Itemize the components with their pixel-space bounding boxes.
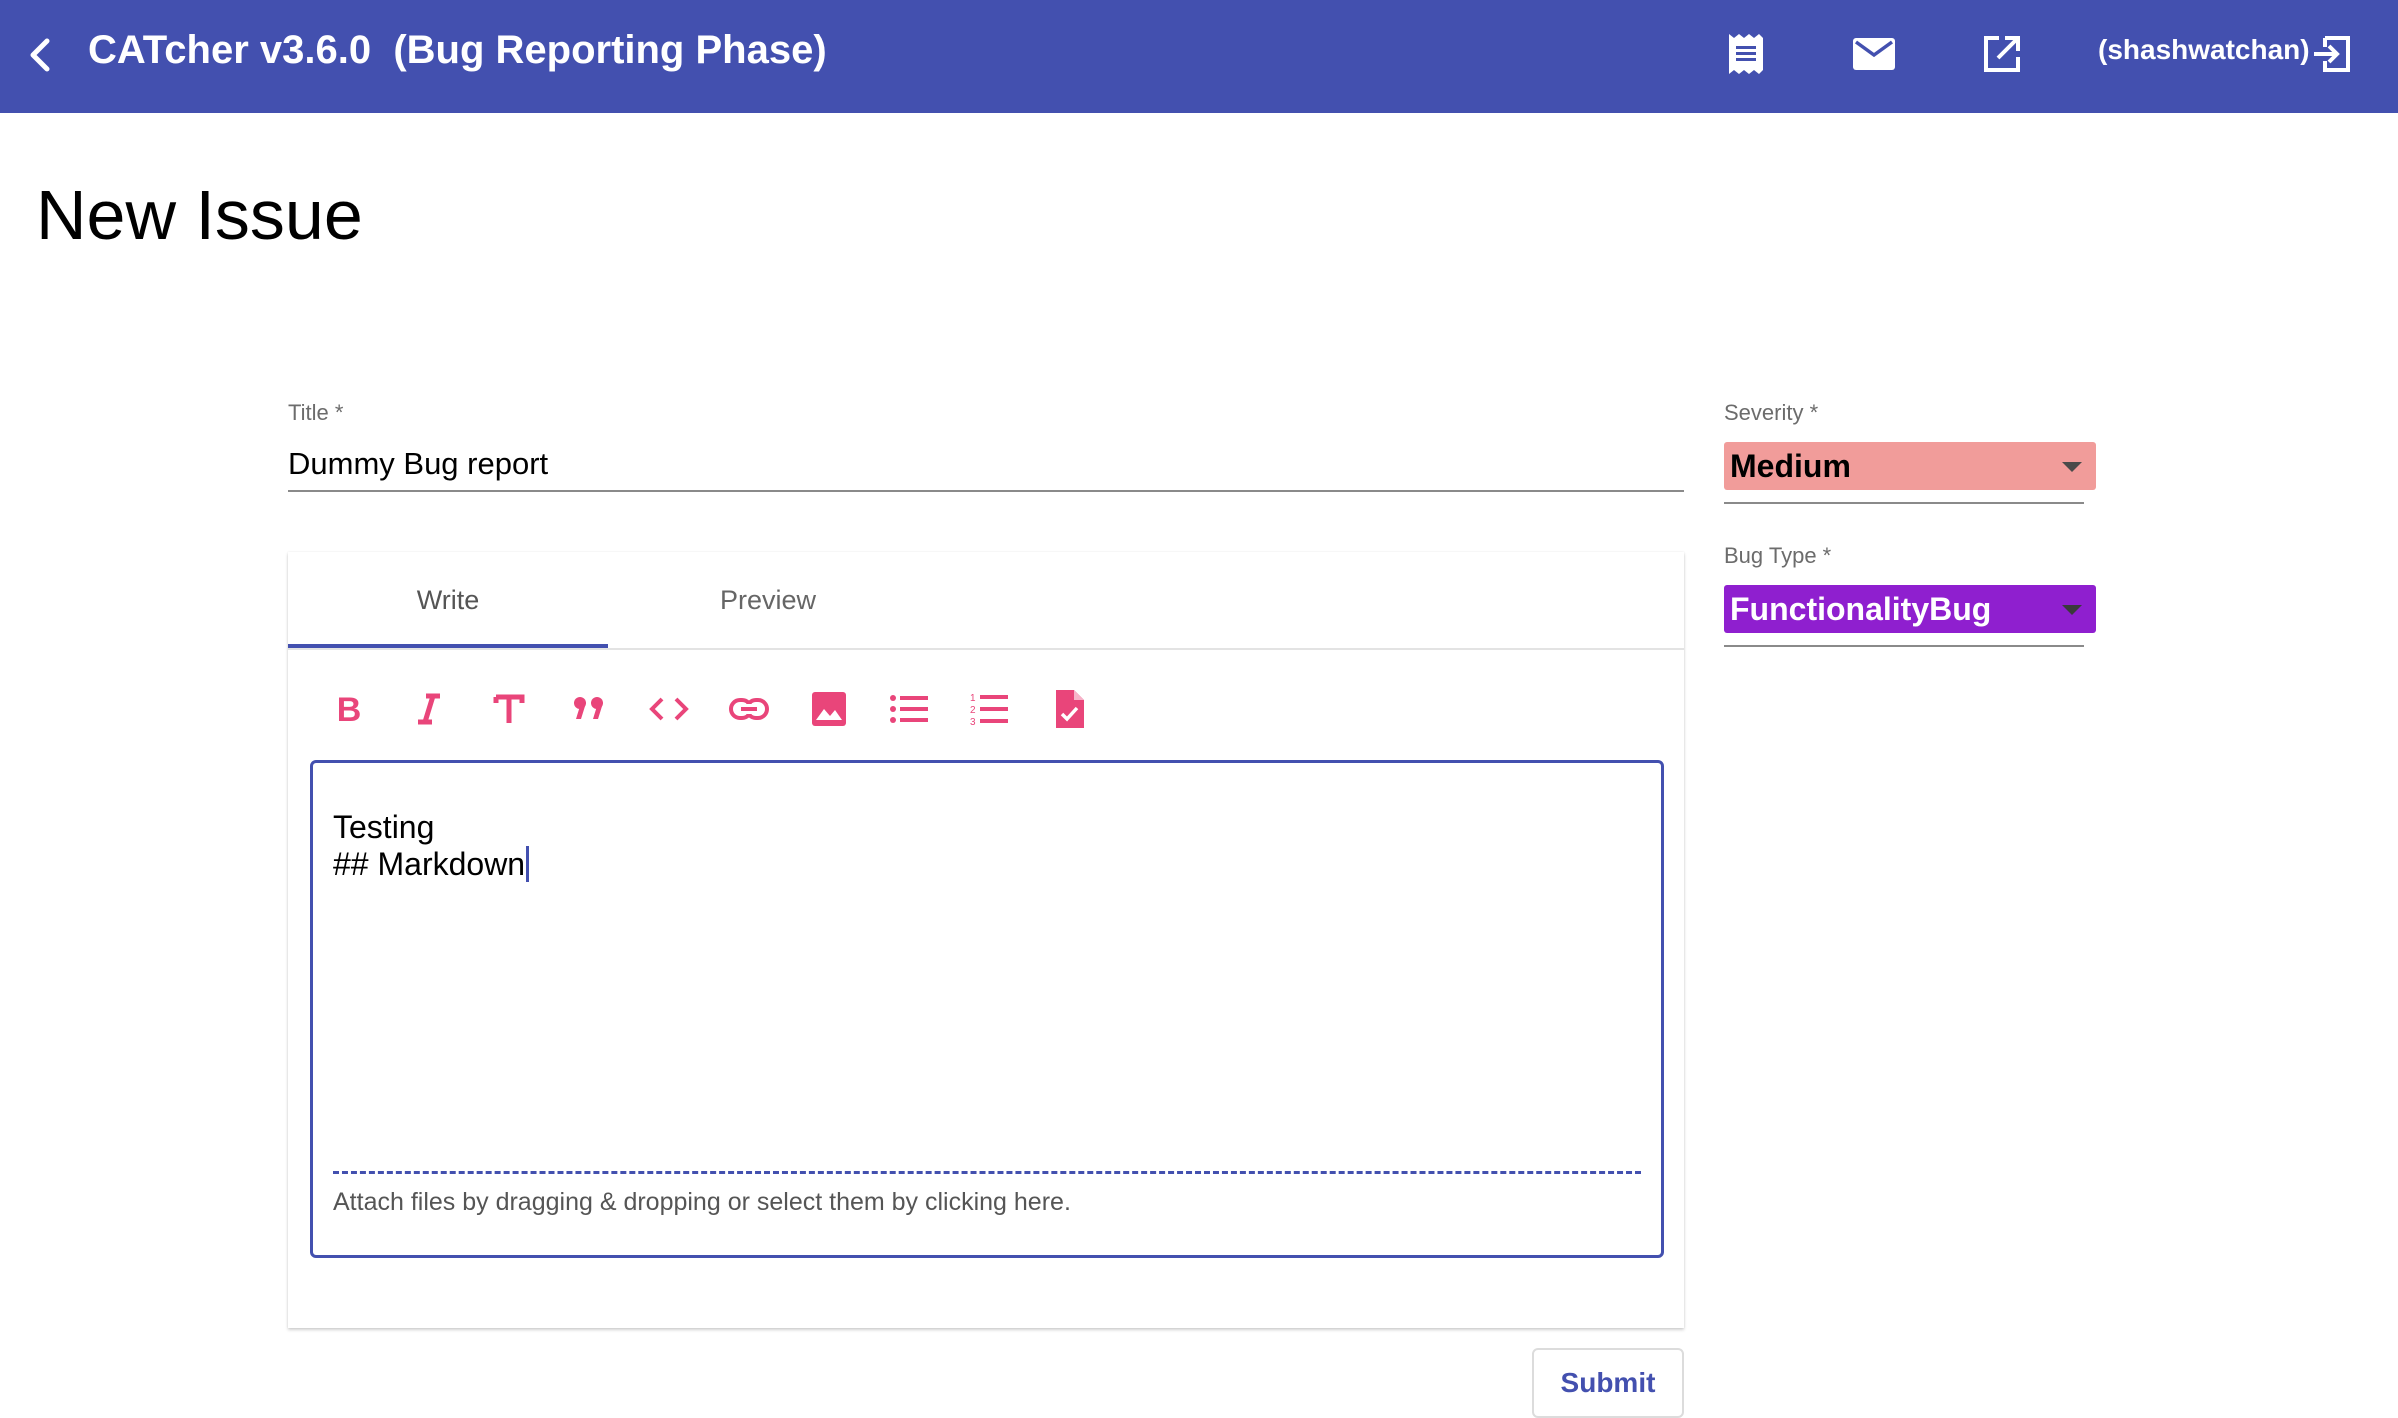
bug-type-value: FunctionalityBug	[1730, 591, 1992, 627]
description-card: Write Preview B 1 2 3 Testing ## Markdow…	[288, 552, 1684, 1328]
svg-text:B: B	[337, 693, 362, 725]
italic-icon[interactable]	[402, 682, 456, 736]
attach-files-hint[interactable]: Attach files by dragging & dropping or s…	[333, 1185, 1071, 1219]
username-label: (shashwatchan)	[2098, 34, 2310, 65]
attachment-drop-divider	[333, 1171, 1641, 1174]
numbered-list-icon[interactable]: 1 2 3	[962, 682, 1016, 736]
description-text: Testing ## Markdown	[333, 809, 530, 883]
bug-type-select[interactable]: FunctionalityBug	[1724, 585, 2096, 633]
svg-text:2: 2	[970, 705, 976, 716]
tab-divider	[288, 648, 1684, 650]
severity-select[interactable]: Medium	[1724, 442, 2096, 490]
app-toolbar: CATcher v3.6.0 (Bug Reporting Phase) (sh…	[0, 0, 2398, 113]
link-icon[interactable]	[722, 682, 776, 736]
severity-value: Medium	[1730, 448, 1851, 484]
mail-icon[interactable]	[1848, 28, 1900, 80]
severity-label: Severity *	[1724, 400, 1819, 425]
bold-icon[interactable]: B	[322, 682, 376, 736]
open-in-new-icon[interactable]	[1976, 28, 2028, 80]
page-title: New Issue	[36, 176, 363, 254]
chevron-down-icon	[2062, 462, 2082, 472]
issue-list-icon[interactable]	[1720, 28, 1772, 80]
chevron-down-icon	[2062, 605, 2082, 615]
bug-type-underline	[1724, 645, 2084, 647]
tab-write[interactable]: Write	[288, 552, 608, 648]
quote-icon[interactable]	[562, 682, 616, 736]
code-icon[interactable]	[642, 682, 696, 736]
bulleted-list-icon[interactable]	[882, 682, 936, 736]
tab-preview[interactable]: Preview	[608, 552, 928, 648]
description-textarea[interactable]: Testing ## Markdown Attach files by drag…	[310, 760, 1664, 1258]
svg-text:3: 3	[970, 717, 976, 726]
heading-icon[interactable]	[482, 682, 536, 736]
severity-underline	[1724, 502, 2084, 504]
title-field-label: Title *	[288, 400, 344, 425]
svg-text:1: 1	[970, 693, 976, 704]
image-icon[interactable]	[802, 682, 856, 736]
submit-button[interactable]: Submit	[1532, 1348, 1684, 1418]
task-list-icon[interactable]	[1042, 682, 1096, 736]
logout-icon[interactable]	[2306, 28, 2358, 80]
app-title: CATcher v3.6.0 (Bug Reporting Phase)	[88, 28, 827, 72]
title-input[interactable]	[288, 438, 1684, 492]
back-arrow-icon[interactable]	[18, 30, 62, 80]
text-caret	[526, 846, 530, 882]
description-line-2: ## Markdown	[333, 846, 526, 882]
description-line-1: Testing	[333, 809, 435, 845]
bug-type-label: Bug Type *	[1724, 543, 1832, 568]
